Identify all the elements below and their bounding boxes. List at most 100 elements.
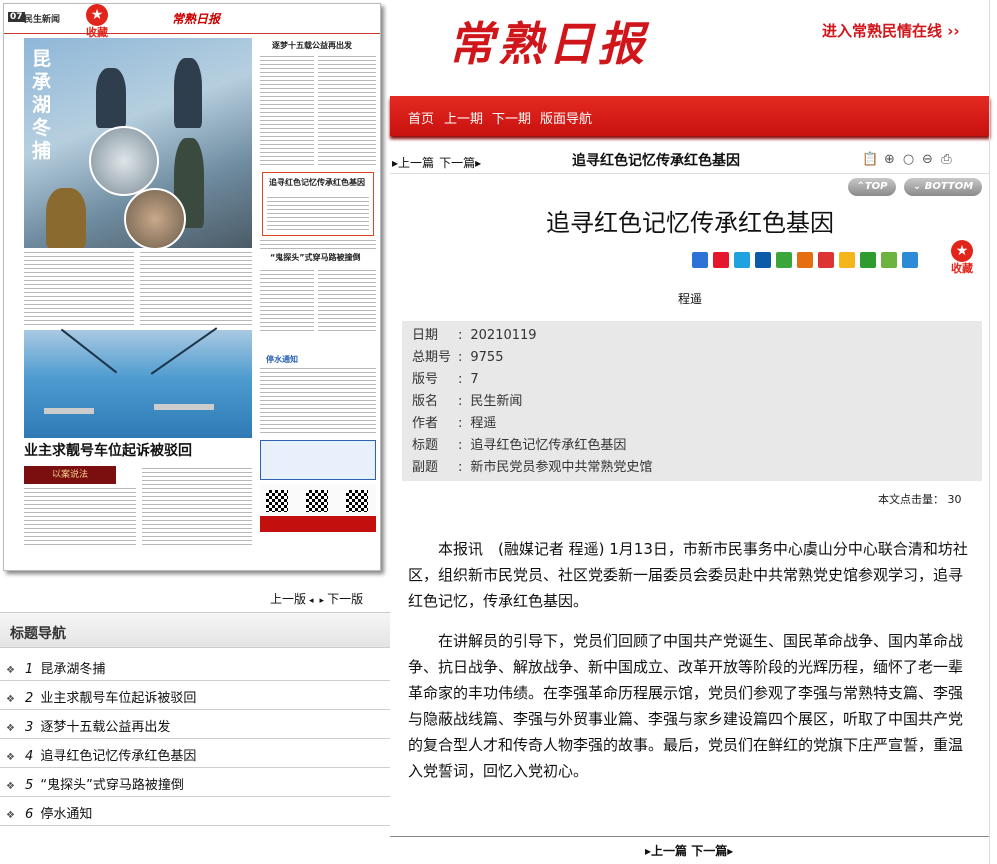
kaixin-icon[interactable] [818,251,834,268]
net-line [150,327,218,375]
article-text-block [24,488,136,548]
meta-value: 9755 [470,350,504,365]
boat [154,404,214,410]
weibo-icon[interactable] [713,251,729,268]
meta-sep: : [458,460,463,475]
favorite-button[interactable]: ★ 收藏 [948,240,976,275]
fisherman-figure [46,188,86,248]
bottom-headline[interactable]: 业主求靓号车位起诉被驳回 [24,440,252,466]
next-article-link[interactable]: 下一篇 [439,156,475,170]
bottom-button[interactable]: ⌄ BOTTOM [904,178,982,196]
meta-key: 版名 [412,394,439,409]
page-section: 民生新闻 [24,15,61,25]
zoom-reset-icon[interactable]: ○ [900,152,917,169]
hit-value: 30 [947,493,962,506]
vertical-headline: 昆承湖冬捕 [32,48,52,162]
renren-icon[interactable] [755,251,771,268]
right-panel: 常熟日报 进入常熟民情在线 ›› 首页 上一期 下一期 版面导航 ▸ 上一篇 下一… [390,0,997,864]
nav-next-issue[interactable]: 下一期 [492,108,531,127]
toc-list: ❖ 1 昆承湖冬捕 ❖ 2 业主求靓号车位起诉被驳回 ❖ 3 逐梦十五载公益再出发 ❖… [0,652,390,826]
right-border [989,0,990,864]
advertisement[interactable] [260,440,376,480]
star-icon: ★ [86,4,108,26]
toc-item[interactable]: ❖ 2 业主求靓号车位起诉被驳回 [0,681,390,710]
arrow-right-icon: ▸ [727,844,734,858]
next-page-link[interactable]: 下一版 [327,592,363,606]
favorite-label: 收藏 [951,262,973,275]
favorite-button[interactable]: ★ 收藏 [80,4,114,42]
meta-value: 追寻红色记忆传承红色基因 [470,438,627,453]
nav-page-guide[interactable]: 版面导航 [540,108,592,127]
toc-num: 3 [24,720,34,735]
bottom-banner: 以案说法 [24,466,116,484]
nav-home[interactable]: 首页 [408,108,434,127]
douban-site-icon[interactable] [860,251,876,268]
app-ad-banner[interactable] [260,516,376,532]
divider [390,836,990,837]
count-icon[interactable] [902,251,918,268]
meta-sep: : [458,350,463,365]
next-article-link[interactable]: 下一篇 [691,844,727,858]
nav-prev-issue[interactable]: 上一期 [444,108,483,127]
meta-value: 新市民党员参观中共常熟党史馆 [470,460,653,475]
meta-row: 日期:20210119 [412,325,972,347]
prev-article-link[interactable]: 上一篇 [651,844,687,858]
meta-row: 总期号:9755 [412,347,972,369]
paper-header: 07 民生新闻 常熟日报 [4,4,380,34]
meta-sep: : [458,372,463,387]
toc-item[interactable]: ❖ 4 追寻红色记忆传承红色基因 [0,739,390,768]
article-text-block [318,56,376,168]
prev-article-link[interactable]: 上一篇 [398,156,434,170]
portal-link[interactable]: 进入常熟民情在线 ›› [822,20,960,41]
page-number: 07 [8,12,25,22]
qzone-icon[interactable] [734,251,750,268]
meta-sep: : [458,394,463,409]
article-title: 追寻红色记忆传承红色基因 [546,209,834,237]
qr-code [266,490,288,512]
hit-label: 本文点击量： [878,493,944,506]
wechat-icon[interactable] [776,251,792,268]
toc-num: 4 [24,749,34,764]
prev-page-link[interactable]: 上一版 [270,592,306,606]
toc-item[interactable]: ❖ 6 停水通知 [0,797,390,826]
notice-headline[interactable]: 停水通知 [266,354,298,365]
tieba-icon[interactable] [839,251,855,268]
toc-item[interactable]: ❖ 5 “鬼探头”式穿马路被撞倒 [0,768,390,797]
bookmark-icon[interactable] [881,251,897,268]
toc-num: 2 [24,691,34,706]
toc-label: 停水通知 [40,807,93,822]
paragraph: 本报讯 (融媒记者 程遥) 1月13日，市新市民事务中心虞山分中心联合清和坊社区… [408,540,968,610]
site-logo[interactable]: 常熟日报 [448,8,648,74]
article-nav-bottom: ▸上一篇 下一篇▸ [645,842,733,859]
meta-key: 总期号 [412,350,452,365]
net-line [60,328,118,374]
top-button[interactable]: ⌃TOP [848,178,896,196]
toc-num: 1 [24,662,34,677]
winter-fishing-photo[interactable]: 昆承湖冬捕 [24,38,252,250]
share-more-icon[interactable] [692,251,708,268]
zoom-in-icon[interactable]: ⊕ [881,152,898,169]
print-icon[interactable]: ⎙ [938,152,955,169]
fisherman-figure [96,68,126,128]
newspaper-page-thumbnail[interactable]: 07 民生新闻 常熟日报 ★ 收藏 昆承湖冬捕 逐梦十五载公益再出发 追寻红色记… [3,3,381,571]
meta-row: 版名: 民生新闻 [412,391,972,413]
article-text-block [260,56,314,168]
headline-top-right[interactable]: 逐梦十五载公益再出发 [272,40,352,51]
toc-item[interactable]: ❖ 3 逐梦十五载公益再出发 [0,710,390,739]
meta-key: 作者 [412,416,439,431]
notes-icon[interactable]: 📋 [862,152,879,169]
qr-code-ad[interactable] [260,484,376,518]
meta-key: 版号 [412,372,439,387]
toc-num: 5 [24,778,34,793]
toc-label: “鬼探头”式穿马路被撞倒 [40,778,184,793]
article-text-block [260,270,314,334]
zoom-out-icon[interactable]: ⊖ [919,152,936,169]
lake-net-photo[interactable] [24,327,252,438]
star-icon: ★ [951,240,973,262]
caret-down-icon: ⌄ [912,181,922,192]
article-nav-top: ▸上一篇 下一篇▸ [392,152,481,171]
toc-item[interactable]: ❖ 1 昆承湖冬捕 [0,652,390,681]
current-article-highlight[interactable]: 追寻红色记忆传承红色基因 [262,172,374,236]
headline-mid-right[interactable]: “鬼探头”式穿马路被撞倒 [270,252,361,263]
douban-icon[interactable] [797,251,813,268]
